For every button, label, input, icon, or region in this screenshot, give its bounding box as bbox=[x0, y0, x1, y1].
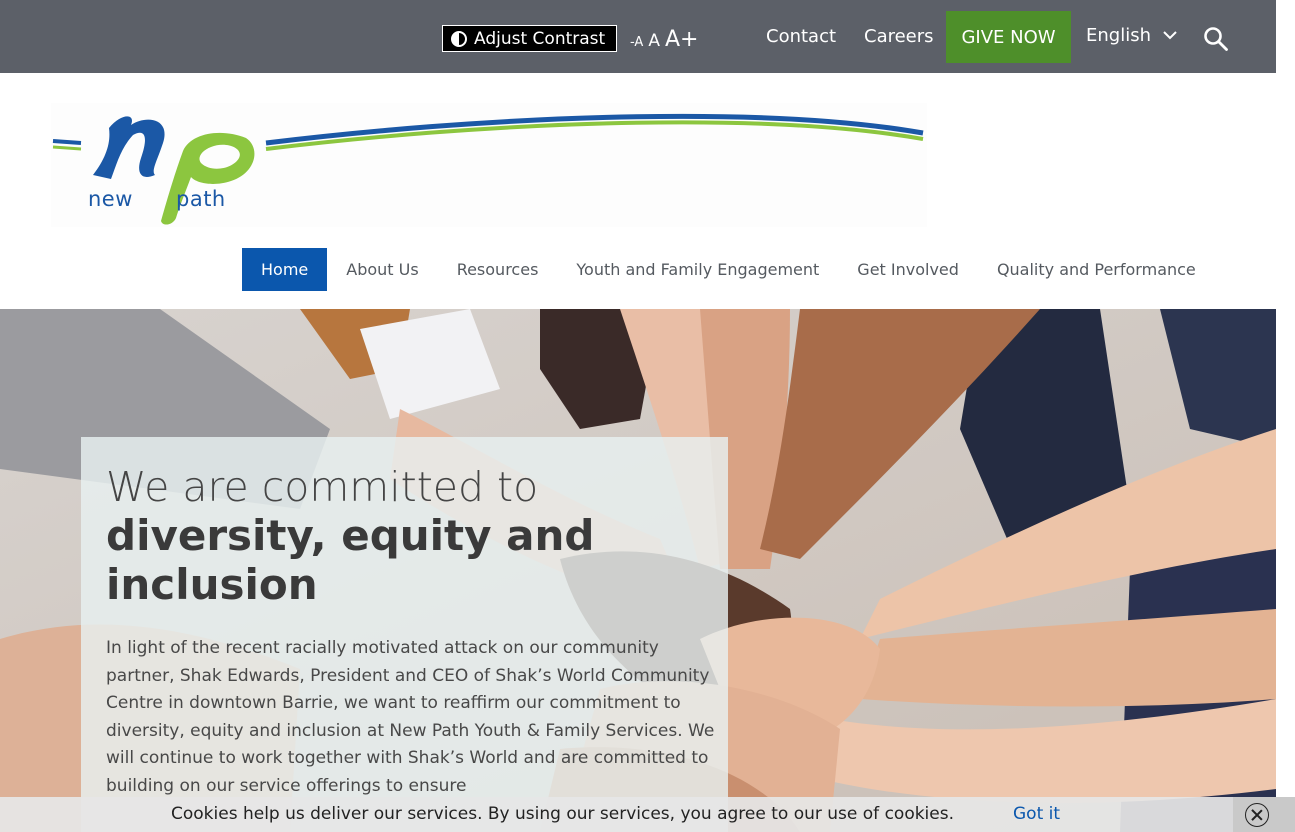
nav-item-get-involved[interactable]: Get Involved bbox=[838, 248, 978, 291]
nav-item-about-us[interactable]: About Us bbox=[327, 248, 437, 291]
cookie-accept-link[interactable]: Got it bbox=[1013, 804, 1060, 824]
font-reset-button[interactable]: A bbox=[648, 31, 660, 51]
nav-item-home[interactable]: Home bbox=[242, 248, 328, 291]
give-now-button[interactable]: GIVE NOW bbox=[946, 11, 1071, 63]
language-selector[interactable]: English bbox=[1086, 25, 1177, 46]
main-navigation: Home About Us Resources Youth and Family… bbox=[242, 248, 1215, 291]
language-label: English bbox=[1086, 25, 1151, 46]
contact-link[interactable]: Contact bbox=[766, 26, 836, 47]
font-size-controls: -A A A+ bbox=[630, 27, 698, 52]
logo-word-path: path bbox=[176, 187, 226, 211]
cookie-consent-bar: Cookies help us deliver our services. By… bbox=[0, 797, 1295, 832]
adjust-contrast-label: Adjust Contrast bbox=[474, 28, 606, 49]
logo-word-new: new bbox=[88, 187, 133, 211]
adjust-contrast-button[interactable]: Adjust Contrast bbox=[442, 25, 617, 52]
nav-item-resources[interactable]: Resources bbox=[438, 248, 558, 291]
font-decrease-button[interactable]: -A bbox=[630, 35, 643, 50]
nav-item-quality-performance[interactable]: Quality and Performance bbox=[978, 248, 1215, 291]
nav-item-youth-family-engagement[interactable]: Youth and Family Engagement bbox=[557, 248, 838, 291]
cookie-message: Cookies help us deliver our services. By… bbox=[171, 804, 955, 824]
contrast-icon bbox=[451, 30, 467, 47]
utility-bar: Adjust Contrast -A A A+ Contact Careers … bbox=[0, 0, 1276, 73]
hero-title-bold: diversity, equity and inclusion bbox=[106, 511, 595, 609]
careers-link[interactable]: Careers bbox=[864, 26, 934, 47]
close-icon[interactable] bbox=[1245, 803, 1269, 827]
search-icon[interactable] bbox=[1203, 26, 1229, 52]
hero-banner: We are committed to diversity, equity an… bbox=[0, 309, 1276, 832]
hero-message-card: We are committed to diversity, equity an… bbox=[81, 437, 728, 832]
font-increase-button[interactable]: A+ bbox=[665, 27, 698, 52]
new-path-logo[interactable]: new path bbox=[51, 103, 927, 227]
hero-body-text: In light of the recent racially motivate… bbox=[106, 638, 715, 796]
chevron-down-icon bbox=[1163, 31, 1177, 40]
hero-title-light: We are committed to bbox=[106, 463, 539, 511]
cookie-close-area bbox=[1233, 797, 1295, 832]
